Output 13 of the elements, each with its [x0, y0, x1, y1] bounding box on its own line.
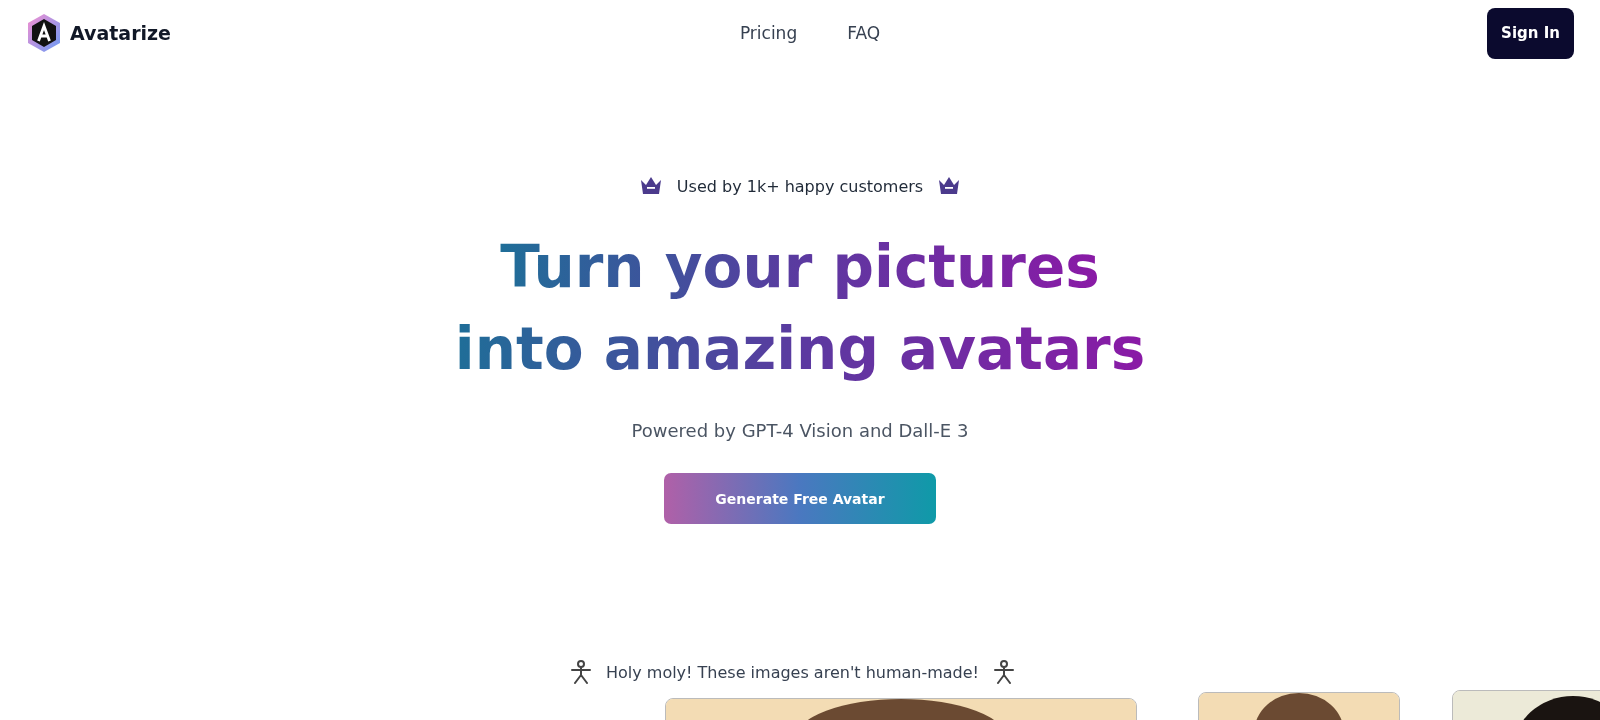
gallery-tagline: Holy moly! These images aren't human-made! — [605, 662, 980, 682]
person-icon — [569, 660, 592, 684]
logo-text[interactable]: Avatarize — [70, 22, 171, 44]
person-icon — [993, 660, 1016, 684]
crown-icon — [638, 176, 663, 196]
subtitle: Powered by GPT-4 Vision and Dall-E 3 — [631, 420, 969, 441]
logo-icon — [26, 13, 62, 53]
generate-avatar-button[interactable]: Generate Free Avatar — [664, 473, 936, 524]
nav-link[interactable]: Pricing — [739, 23, 798, 43]
sign-in-button[interactable]: Sign In — [1487, 7, 1574, 59]
nav-link[interactable]: FAQ — [847, 23, 881, 43]
customers-badge-text: Used by 1k+ happy customers — [676, 176, 924, 196]
crown-icon — [937, 176, 962, 196]
